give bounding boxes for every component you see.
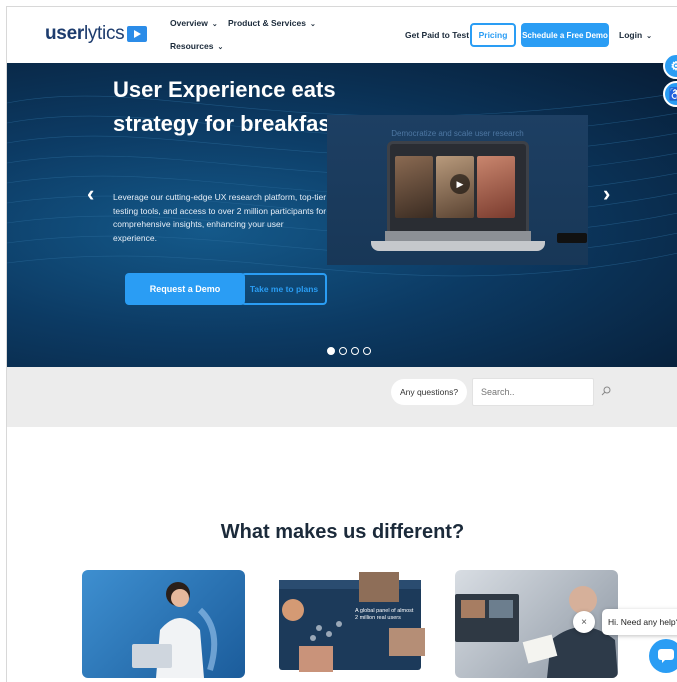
hero-carousel: User Experience eats strategy for breakf… [7, 63, 677, 367]
pricing-button[interactable]: Pricing [470, 23, 516, 47]
nav-overview[interactable]: Overview ⌄ [170, 18, 218, 28]
nav-resources-label: Resources [170, 41, 214, 51]
nav-products-label: Product & Services [228, 18, 306, 28]
section-heading: What makes us different? [220, 521, 465, 543]
nav-resources[interactable]: Resources ⌄ [170, 41, 223, 51]
feature-card-image: A global panel of almost 2 million real … [269, 570, 431, 678]
request-demo-button[interactable]: Request a Demo [125, 273, 245, 305]
laptop-image: ▶ [387, 141, 529, 241]
plans-button[interactable]: Take me to plans [241, 273, 327, 305]
chat-launcher-button[interactable] [649, 639, 677, 673]
logo-text-bold: user [45, 23, 84, 44]
login-menu[interactable]: Login ⌄ [619, 30, 652, 40]
hero-description: Leverage our cutting-edge UX research pl… [113, 192, 327, 243]
hero-video[interactable]: Democratize and scale user research ▶ [327, 115, 588, 265]
search-band: Any questions? [7, 367, 677, 427]
nav-overview-label: Overview [170, 18, 208, 28]
search-icon[interactable] [601, 386, 611, 396]
global-panel-illustration [279, 572, 425, 672]
card-caption: A global panel of almost 2 million real … [355, 608, 414, 621]
logo-text-light: lytics [83, 23, 125, 44]
woman-laptop-illustration [132, 582, 218, 678]
chat-bubble-icon [658, 649, 674, 663]
chevron-down-icon: ⌄ [646, 33, 653, 40]
logo-play-icon [127, 26, 148, 42]
feature-card-image [82, 570, 245, 678]
carousel-dot[interactable] [339, 347, 347, 355]
login-label: Login [619, 30, 643, 40]
chevron-down-icon: ⌄ [309, 21, 316, 28]
schedule-demo-button[interactable]: Schedule a Free Demo [521, 23, 609, 47]
nav-products-services[interactable]: Product & Services ⌄ [228, 18, 316, 28]
carousel-prev-arrow-icon[interactable]: ‹ [87, 181, 94, 207]
carousel-dot[interactable] [327, 347, 335, 355]
chat-close-icon[interactable]: × [573, 611, 595, 633]
search-input[interactable] [472, 378, 594, 406]
userlytics-logo[interactable]: user lytics [45, 23, 148, 45]
get-paid-link[interactable]: Get Paid to Test [405, 30, 469, 40]
chat-greeting-bubble[interactable]: Hi. Need any help? [602, 609, 677, 635]
carousel-dot[interactable] [363, 347, 371, 355]
play-icon[interactable]: ▶ [450, 174, 470, 194]
chevron-down-icon: ⌄ [211, 21, 218, 28]
laptop-base [371, 241, 545, 251]
carousel-dot[interactable] [351, 347, 359, 355]
participant-photo [395, 156, 433, 218]
hero-heading: User Experience eats strategy for breakf… [113, 77, 338, 136]
carousel-next-arrow-icon[interactable]: › [603, 181, 610, 207]
video-caption: Democratize and scale user research [391, 129, 524, 138]
page-frame: user lytics Overview ⌄ Product & Services ⌄… [6, 6, 677, 682]
site-header: user lytics Overview ⌄ Product & Services ⌄… [7, 7, 677, 63]
phone-image [557, 233, 587, 243]
carousel-dots [327, 347, 371, 355]
any-questions-label: Any questions? [391, 379, 467, 405]
chevron-down-icon: ⌄ [217, 44, 224, 51]
participant-photo [477, 156, 515, 218]
